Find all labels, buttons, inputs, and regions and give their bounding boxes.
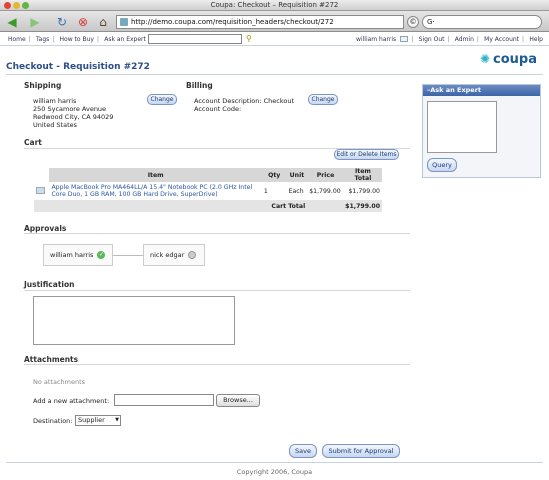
app-top-nav: Home| Tags| How to Buy| Ask an Expert| ⚲…	[0, 32, 549, 46]
copyright-text: Copyright 2006, Coupa	[236, 468, 313, 476]
nav-link-ask-expert[interactable]: Ask an Expert	[104, 36, 146, 43]
nav-link-my-account[interactable]: My Account	[484, 36, 519, 43]
mail-icon[interactable]	[400, 36, 409, 42]
nav-link-admin[interactable]: Admin	[455, 36, 474, 43]
browser-toolbar: ◀ ▶ ↻ ⊗ ⌂ http://demo.coupa.com/requisit…	[0, 11, 549, 32]
col-item-total: Item Total	[343, 168, 382, 182]
cart-total-value: $1,799.00	[307, 200, 382, 212]
reload-icon[interactable]: ↻	[55, 15, 69, 29]
cart-total-label: Cart Total	[34, 200, 308, 212]
header-divider	[6, 74, 543, 75]
approval-connector	[113, 255, 143, 256]
attachment-file-input[interactable]	[114, 394, 214, 406]
back-arrow-icon[interactable]: ◀	[5, 15, 19, 29]
go-button[interactable]: ©	[407, 16, 419, 28]
table-row: Apple MacBook Pro MA464LL/A 15.4" Notebo…	[34, 182, 382, 200]
pending-status-icon	[188, 251, 197, 259]
edit-delete-items-button[interactable]: Edit or Delete Items	[334, 149, 399, 160]
address-url: http://demo.coupa.com/requisition_header…	[131, 18, 334, 26]
ask-expert-header[interactable]: –Ask an Expert	[423, 85, 540, 96]
ask-expert-textarea[interactable]	[427, 101, 497, 153]
approved-check-icon: ✓	[97, 251, 106, 259]
browser-search-input[interactable]: G·	[422, 15, 542, 29]
cart-total-row: Cart Total $1,799.00	[34, 200, 382, 212]
shipping-heading: Shipping	[24, 81, 62, 90]
col-price: Price	[307, 168, 344, 182]
add-attachment-label: Add a new attachment:	[33, 397, 110, 405]
cart-item-price: $1,799.00	[309, 187, 341, 195]
approver-name: william harris	[50, 251, 94, 259]
shipping-name: william harris	[33, 97, 77, 105]
logo-text: coupa	[493, 52, 537, 67]
coupa-logo: ✺ coupa	[480, 52, 537, 67]
save-button[interactable]: Save	[289, 444, 317, 458]
page-title: Checkout - Requisition #272	[6, 62, 150, 72]
product-icon	[36, 187, 45, 195]
search-icon[interactable]: ⚲	[246, 34, 252, 43]
home-icon[interactable]: ⌂	[96, 15, 110, 29]
forward-arrow-icon[interactable]: ▶	[28, 15, 42, 29]
close-window-icon[interactable]	[4, 2, 11, 9]
nav-link-how-to-buy[interactable]: How to Buy	[60, 36, 94, 43]
cart-item-qty: 1	[263, 187, 268, 195]
billing-change-button[interactable]: Change	[308, 94, 338, 105]
coupa-logo-icon: ✺	[480, 52, 491, 66]
justification-divider	[24, 290, 410, 291]
shipping-street: 250 Sycamore Avenue	[33, 105, 107, 113]
ask-search-input[interactable]	[148, 34, 242, 44]
query-button[interactable]: Query	[427, 158, 457, 172]
approvals-heading: Approvals	[24, 224, 67, 233]
col-unit: Unit	[286, 168, 308, 182]
approver-nick-edgar: nick edgar	[143, 244, 205, 266]
billing-account-code: Account Code:	[194, 105, 242, 113]
cart-heading: Cart	[24, 138, 42, 147]
ask-expert-panel: –Ask an Expert Query	[422, 84, 541, 178]
attachments-heading: Attachments	[24, 355, 79, 364]
approver-name: nick edgar	[150, 251, 185, 259]
no-attachments-text: No attachments	[33, 378, 86, 386]
destination-label: Destination:	[33, 417, 73, 425]
browser-search-value: G·	[427, 18, 435, 26]
billing-heading: Billing	[186, 81, 213, 90]
cart-table: Item Qty Unit Price Item Total Apple Mac…	[34, 168, 382, 212]
minimize-window-icon[interactable]	[13, 2, 20, 9]
current-user: william harris	[356, 36, 397, 43]
billing-account-description: Account Description: Checkout	[194, 97, 294, 105]
footer-divider	[6, 462, 543, 463]
shipping-country: United States	[33, 121, 78, 129]
submit-for-approval-button[interactable]: Submit for Approval	[322, 444, 400, 458]
attachments-divider	[24, 364, 410, 365]
select-arrow-icon: ▼	[115, 417, 119, 423]
zoom-window-icon[interactable]	[22, 2, 29, 9]
cart-item-link[interactable]: Apple MacBook Pro MA464LL/A 15.4" Notebo…	[51, 184, 252, 198]
justification-heading: Justification	[24, 280, 75, 289]
destination-value: Supplier	[78, 416, 105, 424]
col-item: Item	[49, 168, 262, 182]
approvals-divider	[24, 233, 410, 234]
cart-table-header: Item Qty Unit Price Item Total	[34, 168, 382, 182]
cart-item-total: $1,799.00	[348, 187, 381, 195]
address-bar[interactable]: http://demo.coupa.com/requisition_header…	[116, 15, 404, 29]
shipping-city: Redwood City, CA 94029	[33, 113, 114, 121]
shipping-change-button[interactable]: Change	[147, 94, 177, 105]
nav-link-sign-out[interactable]: Sign Out	[419, 36, 445, 43]
approver-william-harris: william harris ✓	[43, 244, 113, 266]
col-qty: Qty	[261, 168, 287, 182]
nav-link-help[interactable]: Help	[529, 36, 543, 43]
ask-expert-heading: Ask an Expert	[430, 86, 482, 94]
window-titlebar: Coupa: Checkout – Requisition #272	[0, 0, 549, 11]
cart-item-unit: Each	[288, 187, 304, 195]
justification-textarea[interactable]	[33, 296, 235, 345]
favicon-icon	[120, 18, 128, 26]
nav-link-home[interactable]: Home	[8, 36, 26, 43]
nav-link-tags[interactable]: Tags	[36, 36, 49, 43]
stop-icon[interactable]: ⊗	[76, 15, 90, 29]
window-title: Coupa: Checkout – Requisition #272	[210, 1, 339, 9]
browse-button[interactable]: Browse...	[216, 394, 260, 407]
destination-select[interactable]: Supplier ▼	[75, 415, 121, 426]
